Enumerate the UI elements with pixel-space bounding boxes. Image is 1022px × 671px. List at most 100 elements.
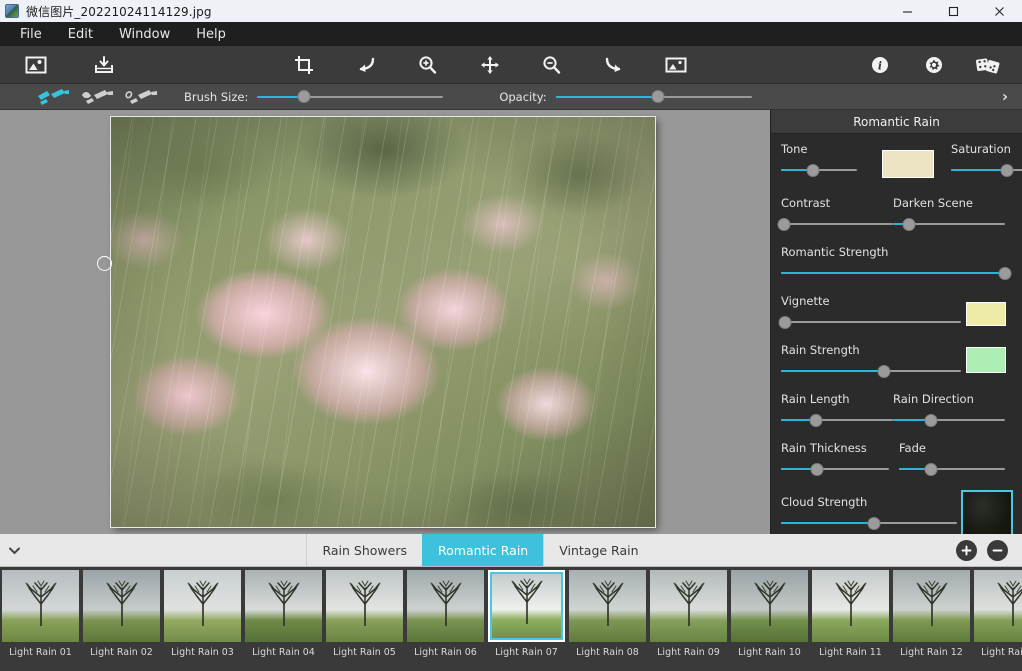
control-label: Rain Strength [781,343,860,357]
maximize-button[interactable] [930,0,976,22]
edited-photo[interactable] [111,117,655,527]
thumbnail-image[interactable] [974,570,1022,642]
tone-slider[interactable] [781,163,857,177]
chevron-right-icon[interactable]: › [1002,89,1008,104]
preset-tab-strip: Rain Showers Romantic Rain Vintage Rain [0,534,1022,567]
thumbnail-item[interactable]: Light Rain 09 [648,567,729,658]
cloud-texture-swatch[interactable] [962,491,1012,539]
thumbnail-item[interactable]: Light Rain 02 [81,567,162,658]
tone-color-swatch[interactable] [882,150,934,178]
control-rain-length: Rain Length [781,392,893,427]
thumbnail-image[interactable] [83,570,160,642]
control-rain-thickness: Rain Thickness [781,441,889,476]
thumbnail-item[interactable]: Light Rain 08 [567,567,648,658]
thumbnail-item[interactable]: Light Rain 10 [729,567,810,658]
remove-preset-button[interactable] [987,539,1008,561]
thumbnail-image[interactable] [812,570,889,642]
pan-move-icon[interactable] [470,48,510,82]
thumbnail-image[interactable] [893,570,970,642]
menu-edit[interactable]: Edit [56,24,105,45]
close-button[interactable] [976,0,1022,22]
thumbnail-image[interactable] [2,570,79,642]
zoom-out-icon[interactable] [532,48,572,82]
thumbnail-image[interactable] [488,570,565,642]
romantic-strength-slider[interactable] [781,266,1012,280]
thumbnail-image[interactable] [326,570,403,642]
thumbnail-item[interactable]: Light Rain 01 [0,567,81,658]
redo-icon[interactable] [594,48,634,82]
cloud-strength-slider[interactable] [781,516,957,530]
rain-thickness-slider[interactable] [781,462,889,476]
thumbnail-item[interactable]: Light Rain 12 [891,567,972,658]
menu-file[interactable]: File [8,24,54,45]
thumbnail-item[interactable]: Light Rain 07 [486,567,567,658]
info-icon[interactable]: i [860,48,900,82]
control-rain-strength: Rain Strength [781,343,961,378]
thumbnail-label: Light Rain 03 [171,647,234,658]
control-tone: Tone [781,142,857,177]
thumbnail-image[interactable] [731,570,808,642]
rain-strength-color-swatch[interactable] [966,347,1006,373]
thumbnail-item[interactable]: Light Rain 06 [405,567,486,658]
thumbnail-image[interactable] [245,570,322,642]
thumbnail-image[interactable] [569,570,646,642]
fit-to-screen-icon[interactable] [656,48,696,82]
opacity-slider[interactable] [555,90,752,104]
fade-slider[interactable] [899,462,1005,476]
thumbnail-label: Light Rain 12 [900,647,963,658]
thumbnail-label: Light Rain 07 [495,647,558,658]
tab-rain-showers[interactable]: Rain Showers [306,534,422,566]
brush-smudge-icon[interactable] [120,85,164,109]
thumbnail-image[interactable] [164,570,241,642]
main-area: Romantic Rain Tone Saturation Contrast D… [0,110,1022,539]
thumbnail-item[interactable]: Light Rain 03 [162,567,243,658]
menu-help[interactable]: Help [184,24,238,45]
darken-scene-slider[interactable] [893,217,1005,231]
add-preset-button[interactable] [956,539,977,561]
vignette-color-swatch[interactable] [966,302,1006,326]
save-image-icon[interactable] [84,48,124,82]
undo-icon[interactable] [346,48,386,82]
thumbnail-item[interactable]: Light Rain 04 [243,567,324,658]
contrast-slider[interactable] [777,217,893,231]
saturation-slider[interactable] [951,163,1022,177]
thumbnail-item[interactable]: Light Rain 13 [972,567,1022,658]
brush-options-bar: Brush Size: Opacity: › [0,84,1022,110]
window-controls [884,0,1022,22]
brush-erase-icon[interactable] [76,85,120,109]
brush-size-slider[interactable] [257,90,444,104]
image-canvas[interactable] [0,110,770,534]
thumbnail-label: Light Rain 08 [576,647,639,658]
rain-strength-slider[interactable] [781,364,961,378]
control-label: Rain Direction [893,392,974,406]
settings-gear-icon[interactable] [914,48,954,82]
control-label: Rain Length [781,392,850,406]
menu-window[interactable]: Window [107,24,182,45]
preset-thumbnail-strip[interactable]: Light Rain 01 Light Rain 02 Light Rain 03 L… [0,567,1022,671]
control-label: Romantic Strength [781,245,889,259]
thumbnail-image[interactable] [407,570,484,642]
open-image-icon[interactable] [16,48,56,82]
control-label: Tone [781,142,808,156]
tab-vintage-rain[interactable]: Vintage Rain [543,534,653,566]
minimize-button[interactable] [884,0,930,22]
vignette-slider[interactable] [778,315,961,329]
crop-icon[interactable] [284,48,324,82]
rain-direction-slider[interactable] [893,413,1005,427]
zoom-in-icon[interactable] [408,48,448,82]
control-label: Saturation [951,142,1011,156]
tab-romantic-rain[interactable]: Romantic Rain [422,534,544,566]
random-dice-icon[interactable] [968,48,1008,82]
rain-length-slider[interactable] [781,413,893,427]
thumbnail-image[interactable] [650,570,727,642]
chevron-down-icon[interactable] [0,534,28,566]
menu-bar: File Edit Window Help [0,22,1022,46]
opacity-label: Opacity: [499,89,547,104]
control-label: Fade [899,441,926,455]
brush-size-label: Brush Size: [184,89,249,104]
tree-silhouette-icon [997,580,1022,626]
thumbnail-item[interactable]: Light Rain 11 [810,567,891,658]
thumbnail-item[interactable]: Light Rain 05 [324,567,405,658]
brush-paint-icon[interactable] [32,85,76,109]
thumbnail-label: Light Rain 13 [981,647,1022,658]
